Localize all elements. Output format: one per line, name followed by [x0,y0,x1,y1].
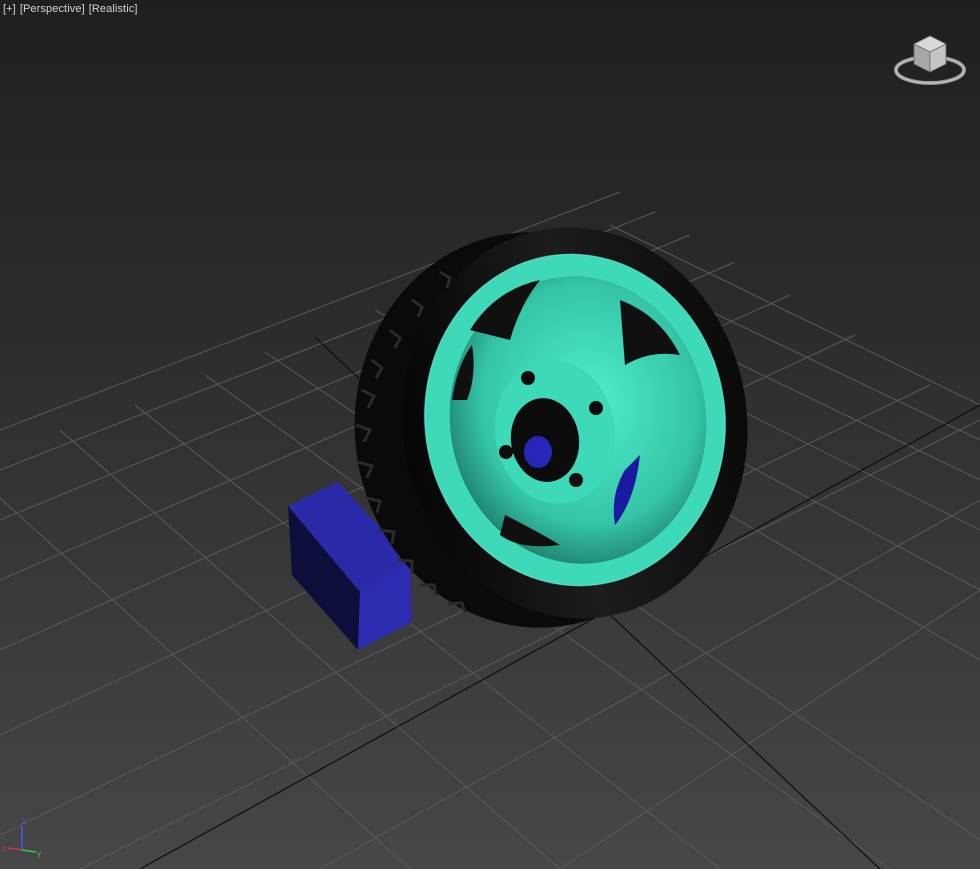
y-axis-label: y [37,849,41,858]
x-axis-label: x [3,844,7,853]
viewport-perspective[interactable]: [+] [Perspective] [Realistic] z x y [0,0,980,869]
z-axis-label: z [22,817,26,826]
x-axis-line [7,847,23,851]
viewcube-icon[interactable] [892,26,968,90]
scene-canvas[interactable] [0,0,980,869]
axis-gizmo: z x y [3,817,41,858]
y-axis-line [21,849,37,853]
